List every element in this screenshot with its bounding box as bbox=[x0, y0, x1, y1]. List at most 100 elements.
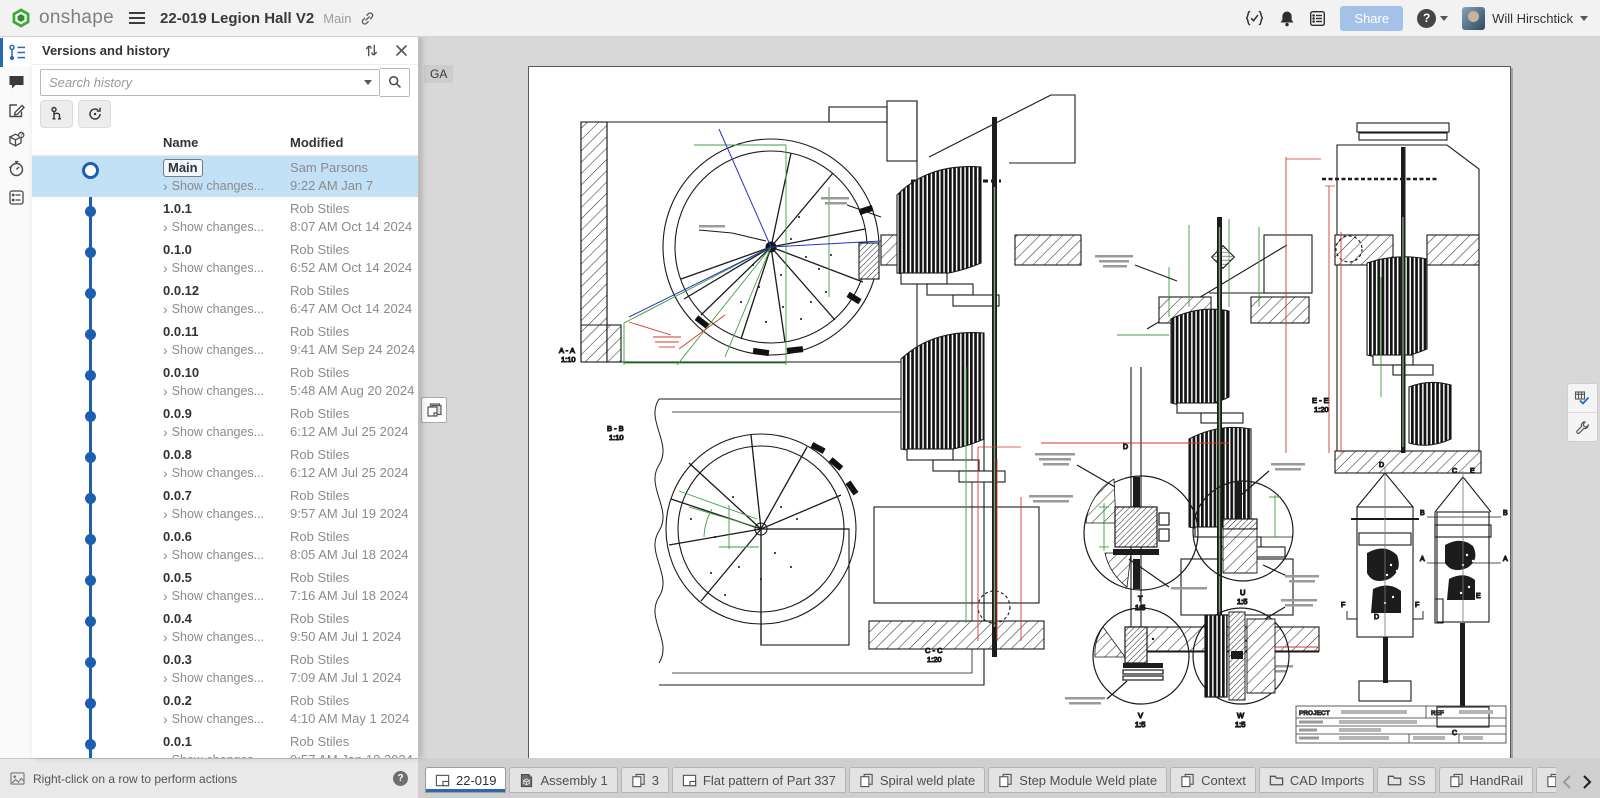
sidebar-notes-icon[interactable] bbox=[0, 96, 32, 125]
show-changes-link[interactable]: Show changes... bbox=[163, 628, 264, 646]
version-node-icon[interactable] bbox=[85, 370, 96, 381]
view-section-cc[interactable]: C - C 1:20 bbox=[821, 95, 1081, 664]
document-title[interactable]: 22-019 Legion Hall V2 bbox=[160, 10, 314, 27]
check-drawing-icon[interactable] bbox=[1568, 384, 1597, 412]
onshape-logo[interactable]: onshape bbox=[10, 7, 114, 29]
version-name: 0.0.6 bbox=[163, 529, 192, 544]
version-row[interactable]: 0.1.0 Show changes... Rob Stiles 6:52 AM… bbox=[32, 238, 418, 279]
version-date: 6:47 AM Oct 14 2024 bbox=[290, 300, 412, 318]
version-row[interactable]: 0.0.5 Show changes... Rob Stiles 7:16 AM… bbox=[32, 566, 418, 607]
version-row[interactable]: 0.0.2 Show changes... Rob Stiles 4:10 AM… bbox=[32, 689, 418, 730]
version-row[interactable]: 0.0.6 Show changes... Rob Stiles 8:05 AM… bbox=[32, 525, 418, 566]
view-elevation-ce[interactable]: C E B B A A E C bbox=[1420, 468, 1508, 737]
version-node-icon[interactable] bbox=[85, 616, 96, 627]
drawing-canvas[interactable]: GA bbox=[418, 36, 1600, 758]
show-changes-link[interactable]: Show changes... bbox=[163, 505, 264, 523]
compare-versions-icon[interactable] bbox=[364, 43, 379, 58]
view-section-d[interactable]: D bbox=[1041, 217, 1319, 673]
show-changes-link[interactable]: Show changes... bbox=[163, 751, 264, 758]
sheets-panel-toggle[interactable] bbox=[421, 397, 447, 423]
show-changes-link[interactable]: Show changes... bbox=[163, 546, 264, 564]
filter-branches-button[interactable] bbox=[40, 100, 73, 128]
filter-restore-points-button[interactable] bbox=[78, 100, 111, 128]
document-tab[interactable]: 22-019 bbox=[425, 767, 506, 793]
show-changes-link[interactable]: Show changes... bbox=[163, 464, 264, 482]
show-changes-link[interactable]: Show changes... bbox=[163, 423, 264, 441]
close-panel-icon[interactable] bbox=[395, 43, 408, 58]
sidebar-history-clock-icon[interactable] bbox=[0, 154, 32, 183]
feedback-list-icon[interactable] bbox=[1309, 10, 1326, 27]
notifications-bell-icon[interactable] bbox=[1279, 10, 1295, 27]
show-changes-link[interactable]: Show changes... bbox=[163, 300, 264, 318]
tab-type-icon bbox=[682, 773, 697, 788]
tools-wrench-icon[interactable] bbox=[1568, 412, 1597, 441]
version-node-icon[interactable] bbox=[85, 452, 96, 463]
version-node-icon[interactable] bbox=[85, 493, 96, 504]
sidebar-cutlist-icon[interactable] bbox=[0, 183, 32, 212]
document-tab[interactable]: Assembly 1 bbox=[509, 767, 617, 793]
document-tab[interactable]: Flat pattern of Part 337 bbox=[672, 767, 846, 793]
document-tab[interactable]: HandRail bbox=[1439, 767, 1533, 793]
drawing-sheet[interactable]: A - A 1:10 bbox=[528, 66, 1511, 759]
status-help-icon[interactable]: ? bbox=[393, 771, 408, 786]
version-node-icon[interactable] bbox=[85, 411, 96, 422]
sidebar-versions-icon[interactable] bbox=[0, 38, 32, 67]
detail-circle-t[interactable]: T 1:5 bbox=[1029, 453, 1207, 612]
version-date: 6:12 AM Jul 25 2024 bbox=[290, 464, 409, 482]
document-tab[interactable]: CAD Imports bbox=[1259, 767, 1374, 793]
version-node-icon[interactable] bbox=[82, 162, 99, 179]
document-tab[interactable]: Context bbox=[1170, 767, 1256, 793]
show-changes-link[interactable]: Show changes... bbox=[163, 382, 264, 400]
sidebar-comments-icon[interactable] bbox=[0, 67, 32, 96]
tabs-scroll-left-icon[interactable] bbox=[1562, 775, 1572, 789]
version-row[interactable]: Main Show changes... Sam Parsons 9:22 AM… bbox=[32, 156, 418, 197]
document-tab[interactable]: Helix sandbox bbox=[1536, 767, 1556, 793]
document-tab[interactable]: SS bbox=[1377, 767, 1435, 793]
search-button[interactable] bbox=[380, 68, 410, 97]
view-section-ee[interactable]: E - E 1:20 bbox=[1286, 123, 1481, 473]
version-row[interactable]: 0.0.4 Show changes... Rob Stiles 9:50 AM… bbox=[32, 607, 418, 648]
tab-label: Flat pattern of Part 337 bbox=[703, 773, 836, 788]
show-changes-link[interactable]: Show changes... bbox=[163, 669, 264, 687]
version-row[interactable]: 0.0.11 Show changes... Rob Stiles 9:41 A… bbox=[32, 320, 418, 361]
show-changes-link[interactable]: Show changes... bbox=[163, 587, 264, 605]
version-row[interactable]: 0.0.12 Show changes... Rob Stiles 6:47 A… bbox=[32, 279, 418, 320]
version-node-icon[interactable] bbox=[85, 206, 96, 217]
document-tab[interactable]: 3 bbox=[621, 767, 669, 793]
show-changes-link[interactable]: Show changes... bbox=[163, 710, 264, 728]
view-elevation-df[interactable]: D D F F bbox=[1341, 462, 1423, 701]
version-row[interactable]: 1.0.1 Show changes... Rob Stiles 8:07 AM… bbox=[32, 197, 418, 238]
help-menu[interactable]: ? bbox=[1417, 9, 1448, 28]
user-menu[interactable]: Will Hirschtick bbox=[1462, 7, 1588, 30]
version-row[interactable]: 0.0.9 Show changes... Rob Stiles 6:12 AM… bbox=[32, 402, 418, 443]
show-changes-link[interactable]: Show changes... bbox=[163, 218, 264, 236]
main-menu-icon[interactable] bbox=[128, 11, 146, 25]
copy-link-icon[interactable] bbox=[360, 11, 375, 26]
document-tab[interactable]: Step Module Weld plate bbox=[988, 767, 1167, 793]
version-row[interactable]: 0.0.8 Show changes... Rob Stiles 6:12 AM… bbox=[32, 443, 418, 484]
version-node-icon[interactable] bbox=[85, 657, 96, 668]
version-node-icon[interactable] bbox=[85, 288, 96, 299]
version-node-icon[interactable] bbox=[85, 739, 96, 750]
version-node-icon[interactable] bbox=[85, 575, 96, 586]
version-node-icon[interactable] bbox=[85, 247, 96, 258]
version-node-icon[interactable] bbox=[85, 329, 96, 340]
show-changes-link[interactable]: Show changes... bbox=[163, 177, 264, 195]
tabs-scroll-right-icon[interactable] bbox=[1582, 775, 1592, 789]
version-row[interactable]: 0.0.1 Show changes... Rob Stiles 9:57 AM… bbox=[32, 730, 418, 758]
detail-circle-v[interactable]: V 1:5 bbox=[1065, 608, 1189, 729]
view-plan-aa[interactable]: A - A 1:10 bbox=[559, 101, 917, 365]
search-dropdown-caret-icon[interactable] bbox=[364, 80, 372, 85]
version-row[interactable]: 0.0.3 Show changes... Rob Stiles 7:09 AM… bbox=[32, 648, 418, 689]
show-changes-link[interactable]: Show changes... bbox=[163, 259, 264, 277]
version-row[interactable]: 0.0.7 Show changes... Rob Stiles 9:57 AM… bbox=[32, 484, 418, 525]
document-tab[interactable]: Spiral weld plate bbox=[849, 767, 985, 793]
share-button[interactable]: Share bbox=[1340, 6, 1403, 31]
search-history-input[interactable] bbox=[40, 69, 380, 96]
show-changes-link[interactable]: Show changes... bbox=[163, 341, 264, 359]
version-node-icon[interactable] bbox=[85, 534, 96, 545]
version-row[interactable]: 0.0.10 Show changes... Rob Stiles 5:48 A… bbox=[32, 361, 418, 402]
version-node-icon[interactable] bbox=[85, 698, 96, 709]
feature-script-icon[interactable] bbox=[1244, 10, 1265, 26]
sidebar-parts-help-icon[interactable]: ? bbox=[0, 125, 32, 154]
